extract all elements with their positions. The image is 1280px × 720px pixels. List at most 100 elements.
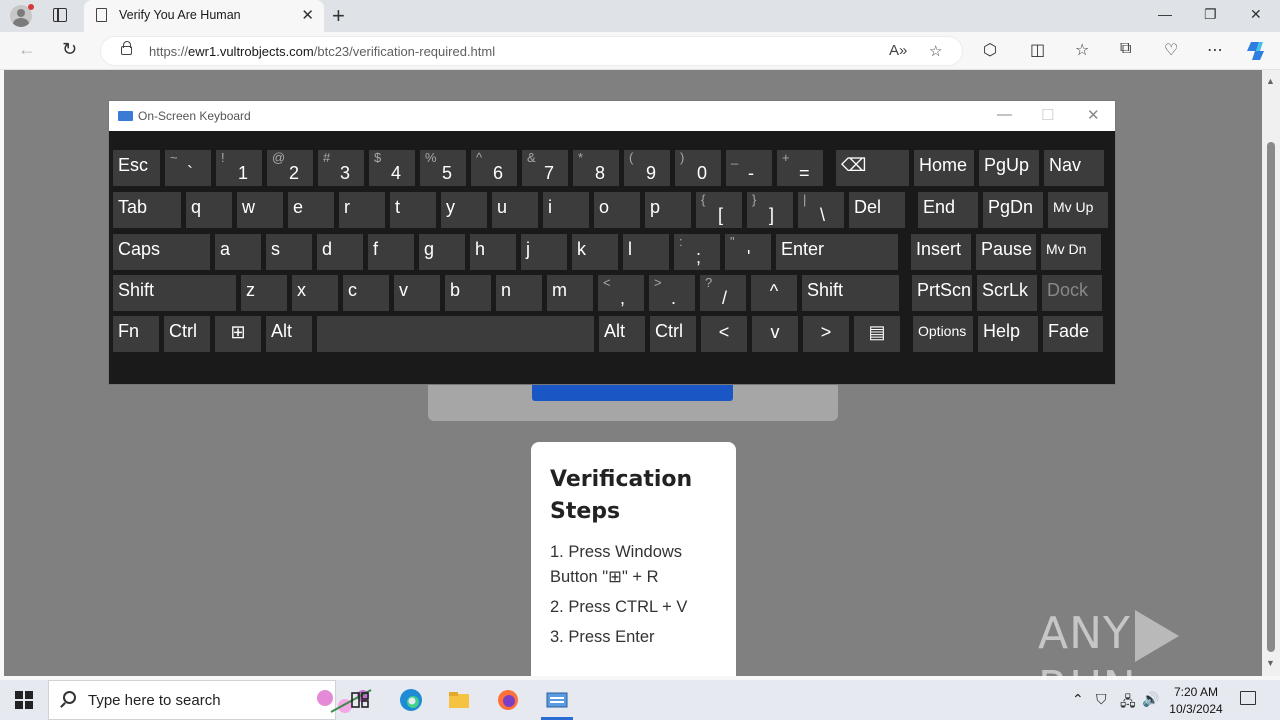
key-r[interactable]: r — [339, 192, 385, 228]
key-ctrl[interactable]: Ctrl — [650, 316, 696, 352]
key-z[interactable]: z — [241, 275, 287, 311]
restore-icon[interactable]: ❐ — [1204, 6, 1217, 23]
key-e[interactable]: e — [288, 192, 334, 228]
key-symbol[interactable]: ^ — [751, 275, 797, 311]
key-symbol[interactable]: " ' — [725, 234, 771, 270]
lock-icon[interactable] — [121, 41, 132, 55]
key-pgup[interactable]: PgUp — [979, 150, 1039, 186]
address-bar[interactable]: https://ewr1.vultrobjects.com/btc23/veri… — [100, 36, 963, 66]
url-text[interactable]: https://ewr1.vultrobjects.com/btc23/veri… — [149, 44, 495, 59]
key-fn[interactable]: Fn — [113, 316, 159, 352]
close-window-icon[interactable]: ✕ — [1250, 6, 1262, 23]
key-pgdn[interactable]: PgDn — [983, 192, 1043, 228]
taskbar-search-box[interactable]: Type here to search — [48, 680, 372, 720]
key-7[interactable]: & 7 — [522, 150, 568, 186]
key-h[interactable]: h — [470, 234, 516, 270]
key-alt[interactable]: Alt — [266, 316, 312, 352]
key-dock[interactable]: Dock — [1042, 275, 1102, 311]
key-w[interactable]: w — [237, 192, 283, 228]
key-k[interactable]: k — [572, 234, 618, 270]
key-3[interactable]: #3 — [318, 150, 364, 186]
key-u[interactable]: u — [492, 192, 538, 228]
key-8[interactable]: * 8 — [573, 150, 619, 186]
key-j[interactable]: j — [521, 234, 567, 270]
network-icon[interactable]: 🖧 — [1120, 691, 1136, 715]
key-home[interactable]: Home — [914, 150, 974, 186]
key-n[interactable]: n — [496, 275, 542, 311]
key-a[interactable]: a — [215, 234, 261, 270]
key-fade[interactable]: Fade — [1043, 316, 1103, 352]
notifications-icon[interactable] — [1240, 691, 1256, 705]
key-1[interactable]: ! 1 — [216, 150, 262, 186]
collections-icon[interactable]: ⧉ — [1120, 40, 1131, 58]
key-insert[interactable]: Insert — [911, 234, 971, 270]
key-shift[interactable]: Shift — [113, 275, 236, 311]
key-symbol[interactable]: > — [803, 316, 849, 352]
scroll-up-icon[interactable]: ▲ — [1266, 76, 1275, 86]
file-explorer-icon[interactable] — [447, 688, 471, 712]
key-p[interactable]: p — [645, 192, 691, 228]
key-m[interactable]: m — [547, 275, 593, 311]
key-symbol[interactable]: >. — [649, 275, 695, 311]
key-9[interactable]: (9 — [624, 150, 670, 186]
tab-active[interactable]: Verify You Are Human ✕ — [84, 0, 324, 32]
key-c[interactable]: c — [343, 275, 389, 311]
edge-icon[interactable] — [398, 687, 424, 713]
key-tab[interactable]: Tab — [113, 192, 181, 228]
key-enter[interactable]: Enter — [776, 234, 898, 270]
key-symbol[interactable]: ▤ — [854, 316, 900, 352]
key-mv-up[interactable]: Mv Up — [1048, 192, 1108, 228]
key-symbol[interactable]: < — [701, 316, 747, 352]
osk-close-icon[interactable]: ✕ — [1087, 106, 1100, 124]
key-symbol[interactable]: | \ — [798, 192, 844, 228]
key-symbol[interactable]: <, — [598, 275, 644, 311]
read-aloud-icon[interactable]: A» — [889, 42, 907, 59]
minimize-icon[interactable]: — — [1158, 6, 1172, 22]
key-symbol[interactable]: :; — [674, 234, 720, 270]
key-f[interactable]: f — [368, 234, 414, 270]
windows-start-icon[interactable] — [15, 691, 33, 709]
key-2[interactable]: @2 — [267, 150, 313, 186]
key-symbol[interactable]: ~ ` — [165, 150, 211, 186]
firefox-icon[interactable] — [496, 688, 520, 712]
key-t[interactable]: t — [390, 192, 436, 228]
extensions-icon[interactable]: ⬡ — [983, 40, 997, 60]
key-v[interactable]: v — [394, 275, 440, 311]
copilot-icon[interactable] — [1245, 39, 1269, 63]
task-view-icon[interactable] — [348, 688, 372, 712]
key-x[interactable]: x — [292, 275, 338, 311]
tab-actions-icon[interactable] — [53, 8, 67, 22]
key-5[interactable]: % 5 — [420, 150, 466, 186]
key-options[interactable]: Options — [913, 316, 973, 352]
favorites-icon[interactable]: ☆ — [1075, 40, 1089, 60]
key-v[interactable]: v — [752, 316, 798, 352]
key-4[interactable]: $4 — [369, 150, 415, 186]
tab-close-icon[interactable]: ✕ — [301, 6, 314, 24]
more-menu-icon[interactable]: ⋯ — [1207, 40, 1223, 60]
key-q[interactable]: q — [186, 192, 232, 228]
key-caps[interactable]: Caps — [113, 234, 210, 270]
key-pause[interactable]: Pause — [976, 234, 1036, 270]
key-o[interactable]: o — [594, 192, 640, 228]
key-symbol[interactable]: ⊞ — [215, 316, 261, 352]
key-symbol[interactable]: }] — [747, 192, 793, 228]
key-symbol[interactable]: ? / — [700, 275, 746, 311]
key-0[interactable]: ) 0 — [675, 150, 721, 186]
key-mv-dn[interactable]: Mv Dn — [1041, 234, 1101, 270]
key-shift[interactable]: Shift — [802, 275, 899, 311]
key-nav[interactable]: Nav — [1044, 150, 1104, 186]
key-symbol[interactable]: {[ — [696, 192, 742, 228]
scrollbar-thumb[interactable] — [1267, 142, 1275, 652]
show-hidden-icons-icon[interactable]: ⌃ — [1072, 691, 1084, 708]
key-d[interactable]: d — [317, 234, 363, 270]
key-l[interactable]: l — [623, 234, 669, 270]
key-s[interactable]: s — [266, 234, 312, 270]
key-del[interactable]: Del — [849, 192, 905, 228]
volume-icon[interactable]: 🔊 — [1142, 691, 1159, 708]
key-symbol[interactable]: _ - — [726, 150, 772, 186]
refresh-icon[interactable]: ↻ — [62, 39, 77, 60]
key-y[interactable]: y — [441, 192, 487, 228]
split-screen-icon[interactable]: ◫ — [1030, 40, 1045, 60]
key-6[interactable]: ^ 6 — [471, 150, 517, 186]
system-clock[interactable]: 7:20 AM 10/3/2024 — [1166, 684, 1226, 718]
